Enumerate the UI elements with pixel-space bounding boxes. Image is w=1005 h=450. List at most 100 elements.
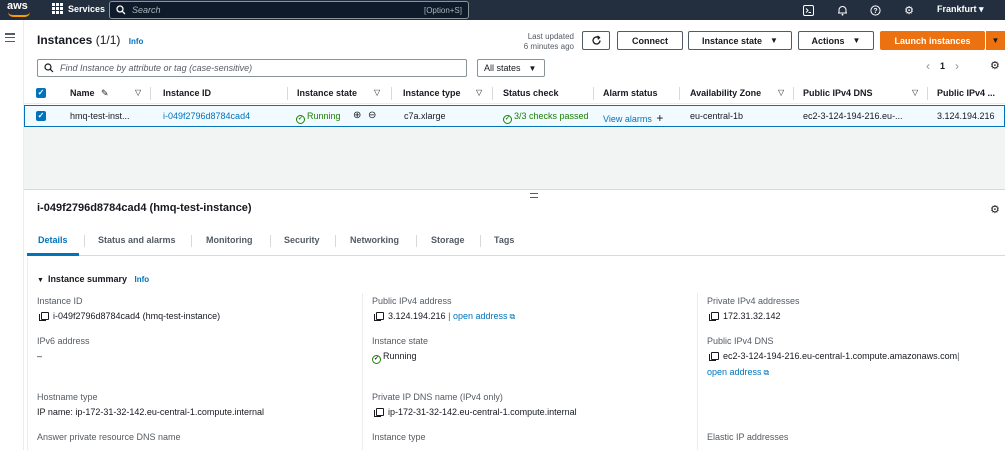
tab-tags[interactable]: Tags (494, 235, 514, 245)
select-all-checkbox[interactable]: ✓ (36, 88, 46, 98)
launch-instances-button[interactable]: Launch instances (880, 31, 985, 50)
refresh-button[interactable] (582, 31, 610, 50)
column-header-name[interactable]: Name (70, 88, 95, 98)
hostname-type-value: IP name: ip-172-31-32-142.eu-central-1.c… (37, 407, 264, 417)
public-dns-value: ec2-3-124-194-216.eu-central-1.compute.a… (709, 351, 960, 361)
last-updated: Last updated 6 minutes ago (510, 32, 574, 52)
column-header-public-ipv4[interactable]: Public IPv4 ... (937, 88, 995, 98)
help-icon[interactable]: ? (868, 3, 882, 17)
page-number[interactable]: 1 (940, 61, 945, 71)
check-circle-icon: ✓ (503, 115, 512, 124)
cloudshell-icon[interactable] (801, 3, 815, 17)
ipv6-label: IPv6 address (37, 336, 90, 346)
sort-caret-icon[interactable]: ▽ (476, 88, 482, 97)
details-gear-icon[interactable]: ⚙ (990, 203, 1000, 216)
search-input[interactable] (132, 5, 424, 15)
region-selector[interactable]: Frankfurt ▾ (937, 4, 984, 15)
column-header-public-dns[interactable]: Public IPv4 DNS (803, 88, 873, 98)
copy-icon[interactable] (374, 312, 384, 321)
external-link-icon[interactable]: ⧉ (764, 368, 770, 377)
caret-down-icon: ▼ (770, 36, 778, 45)
instance-filter[interactable] (37, 59, 467, 77)
instance-state-button[interactable]: Instance state ▼ (688, 31, 792, 50)
connect-button[interactable]: Connect (617, 31, 683, 50)
cell-status-check: ✓ 3/3 checks passed (503, 111, 593, 124)
hamburger-menu-icon[interactable] (5, 33, 15, 42)
summary-title-text: Instance summary (47, 274, 127, 284)
column-header-instance-id[interactable]: Instance ID (163, 88, 211, 98)
tab-separator (191, 235, 192, 247)
private-dns-label: Private IP DNS name (IPv4 only) (372, 392, 503, 402)
divider-pipe: | (957, 351, 960, 361)
zoom-in-icon[interactable]: ⊕ (353, 110, 361, 121)
filter-input[interactable] (60, 63, 460, 73)
open-address-link[interactable]: open address (707, 367, 762, 377)
sort-caret-icon[interactable]: ▽ (374, 88, 380, 97)
cell-public-dns: ec2-3-124-194-216.eu-... (803, 111, 903, 121)
sort-caret-icon[interactable]: ▽ (912, 88, 918, 97)
tab-security[interactable]: Security (284, 235, 320, 245)
states-select[interactable]: All states ▼ (477, 59, 545, 77)
instance-id-value: i-049f2796d8784cad4 (hmq-test-instance) (39, 311, 221, 321)
global-search[interactable]: [Option+S] (109, 1, 469, 19)
divider-pipe: | (448, 311, 451, 321)
actions-button[interactable]: Actions ▼ (798, 31, 874, 50)
tab-details[interactable]: Details (38, 235, 68, 245)
table-empty-area (24, 128, 1005, 190)
instance-summary-toggle[interactable]: ▼ Instance summary Info (37, 274, 149, 284)
edit-pencil-icon[interactable]: ✎ (101, 88, 109, 99)
column-header-alarm-status[interactable]: Alarm status (603, 88, 658, 98)
chevron-right-icon[interactable]: › (955, 59, 959, 73)
zoom-out-icon[interactable]: ⊖ (368, 110, 376, 121)
tab-storage[interactable]: Storage (431, 235, 465, 245)
info-link[interactable]: Info (129, 37, 144, 46)
column-header-instance-state[interactable]: Instance state (297, 88, 357, 98)
column-header-status-check[interactable]: Status check (503, 88, 559, 98)
table-header: ✓ Name ✎ ▽ Instance ID Instance state ▽ … (24, 84, 1005, 104)
tab-status-and-alarms[interactable]: Status and alarms (98, 235, 176, 245)
copy-icon[interactable] (709, 312, 719, 321)
chevron-left-icon[interactable]: ‹ (926, 59, 930, 73)
details-tabs: Details Status and alarms Monitoring Sec… (27, 228, 1005, 256)
tab-monitoring[interactable]: Monitoring (206, 235, 253, 245)
table-preferences-gear-icon[interactable]: ⚙ (990, 59, 1000, 72)
column-separator (793, 87, 794, 100)
aws-logo[interactable]: aws (7, 1, 37, 19)
column-header-name-label: Name (70, 88, 95, 98)
sort-caret-icon[interactable]: ▽ (135, 88, 141, 97)
services-menu[interactable]: Services (52, 3, 105, 14)
pagination: ‹ 1 › (926, 59, 959, 73)
copy-icon[interactable] (709, 352, 719, 361)
top-navigation: aws Services [Option+S] ? ⚙ Frankfurt ▾ (0, 0, 1005, 20)
tab-networking[interactable]: Networking (350, 235, 399, 245)
caret-down-icon: ▼ (37, 277, 44, 284)
table-row[interactable]: ✓ hmq-test-inst... i-049f2796d8784cad4 ✓… (24, 105, 1005, 127)
external-link-icon[interactable]: ⧉ (509, 312, 515, 321)
column-header-instance-type[interactable]: Instance type (403, 88, 461, 98)
aws-smile-icon (8, 12, 30, 17)
public-dns-open-address: open address ⧉ (707, 367, 769, 378)
plus-icon[interactable]: + (656, 111, 663, 125)
copy-icon[interactable] (39, 312, 49, 321)
column-header-availability-zone[interactable]: Availability Zone (690, 88, 761, 98)
row-checkbox[interactable]: ✓ (36, 111, 46, 121)
launch-dropdown-caret-icon[interactable]: ▼ (985, 31, 1005, 50)
cell-availability-zone: eu-central-1b (690, 111, 744, 121)
view-alarms-link[interactable]: View alarms + (603, 111, 663, 125)
resize-handle-icon[interactable] (530, 193, 538, 198)
last-updated-time: 6 minutes ago (523, 42, 574, 51)
check-circle-icon: ✓ (372, 355, 381, 364)
cell-instance-id-link[interactable]: i-049f2796d8784cad4 (163, 111, 250, 121)
copy-icon[interactable] (374, 408, 384, 417)
summary-info-link[interactable]: Info (135, 275, 150, 284)
column-separator (593, 87, 594, 100)
private-dns-text: ip-172-31-32-142.eu-central-1.compute.in… (388, 407, 577, 417)
settings-gear-icon[interactable]: ⚙ (902, 3, 916, 17)
private-dns-value: ip-172-31-32-142.eu-central-1.compute.in… (374, 407, 577, 417)
sort-caret-icon[interactable]: ▽ (778, 88, 784, 97)
instance-id-text: i-049f2796d8784cad4 (hmq-test-instance) (53, 311, 221, 321)
page-title: Instances (1/1) Info (37, 33, 143, 47)
bell-icon[interactable] (835, 3, 849, 17)
open-address-link[interactable]: open address (453, 311, 508, 321)
column-separator (391, 87, 392, 100)
